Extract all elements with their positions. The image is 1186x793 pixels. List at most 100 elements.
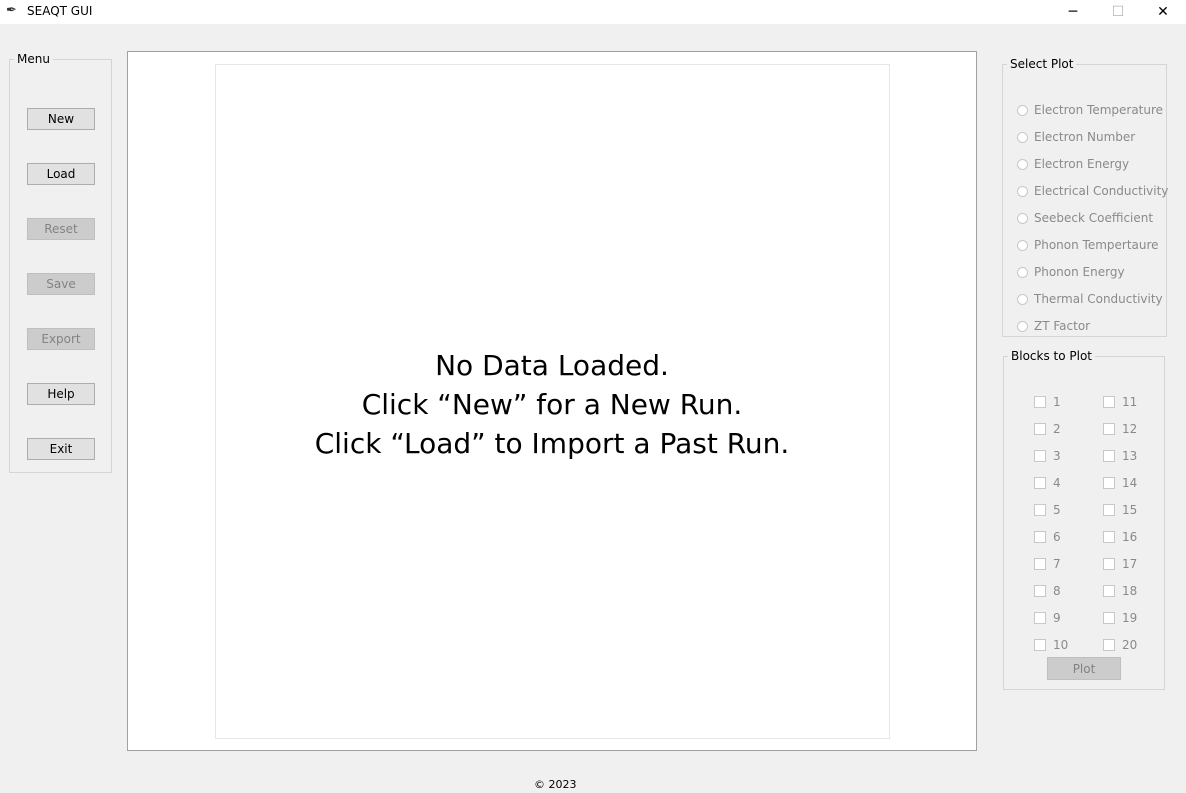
block-checkbox-4[interactable]: 4 (1034, 474, 1061, 492)
select-plot-group: Select Plot Electron Temperature Electro… (1002, 57, 1168, 337)
checkbox[interactable] (1103, 477, 1115, 489)
close-icon: ✕ (1157, 4, 1169, 20)
checkbox[interactable] (1034, 450, 1046, 462)
radio-button[interactable] (1017, 185, 1028, 197)
checkbox[interactable] (1103, 612, 1115, 624)
block-checkbox-18[interactable]: 18 (1103, 582, 1137, 600)
radio-electron-energy[interactable]: Electron Energy (1017, 155, 1129, 173)
radio-button[interactable] (1017, 293, 1028, 305)
maximize-icon: ☐ (1111, 4, 1125, 20)
radio-electrical-conductivity[interactable]: Electrical Conductivity (1017, 182, 1168, 200)
checkbox-label: 16 (1122, 530, 1138, 544)
block-checkbox-19[interactable]: 19 (1103, 609, 1137, 627)
block-checkbox-2[interactable]: 2 (1034, 420, 1061, 438)
radio-label: Electron Number (1034, 130, 1136, 144)
checkbox-label: 20 (1122, 638, 1138, 652)
minimize-button[interactable]: ─ (1050, 0, 1096, 24)
radio-zt-factor[interactable]: ZT Factor (1017, 317, 1090, 335)
save-button[interactable]: Save (27, 273, 95, 295)
block-checkbox-9[interactable]: 9 (1034, 609, 1061, 627)
radio-label: ZT Factor (1034, 319, 1091, 333)
checkbox-label: 6 (1053, 530, 1061, 544)
checkbox[interactable] (1103, 558, 1115, 570)
checkbox[interactable] (1034, 477, 1046, 489)
checkbox-label: 3 (1053, 449, 1061, 463)
radio-thermal-conductivity[interactable]: Thermal Conductivity (1017, 290, 1163, 308)
radio-button[interactable] (1017, 212, 1028, 224)
radio-button[interactable] (1017, 104, 1028, 116)
checkbox[interactable] (1034, 531, 1046, 543)
checkbox[interactable] (1103, 639, 1115, 651)
feather-icon: ✒ (6, 3, 17, 18)
block-checkbox-12[interactable]: 12 (1103, 420, 1137, 438)
checkbox-label: 12 (1122, 422, 1138, 436)
block-checkbox-13[interactable]: 13 (1103, 447, 1137, 465)
checkbox[interactable] (1103, 423, 1115, 435)
checkbox[interactable] (1103, 504, 1115, 516)
checkbox[interactable] (1103, 450, 1115, 462)
checkbox-label: 19 (1122, 611, 1138, 625)
radio-electron-temperature[interactable]: Electron Temperature (1017, 101, 1163, 119)
block-checkbox-7[interactable]: 7 (1034, 555, 1061, 573)
radio-button[interactable] (1017, 266, 1028, 278)
radio-label: Seebeck Coefficient (1034, 211, 1154, 225)
checkbox-label: 1 (1053, 395, 1061, 409)
block-checkbox-15[interactable]: 15 (1103, 501, 1137, 519)
block-checkbox-10[interactable]: 10 (1034, 636, 1068, 654)
block-checkbox-6[interactable]: 6 (1034, 528, 1061, 546)
checkbox[interactable] (1103, 396, 1115, 408)
block-checkbox-14[interactable]: 14 (1103, 474, 1137, 492)
select-plot-legend: Select Plot (1010, 57, 1074, 71)
radio-phonon-temperature[interactable]: Phonon Tempertaure (1017, 236, 1159, 254)
radio-label: Electrical Conductivity (1034, 184, 1169, 198)
radio-seebeck-coefficient[interactable]: Seebeck Coefficient (1017, 209, 1153, 227)
plot-button[interactable]: Plot (1047, 657, 1121, 680)
checkbox-label: 5 (1053, 503, 1061, 517)
radio-label: Phonon Tempertaure (1034, 238, 1159, 252)
checkbox[interactable] (1034, 639, 1046, 651)
block-checkbox-3[interactable]: 3 (1034, 447, 1061, 465)
checkbox[interactable] (1034, 612, 1046, 624)
radio-button[interactable] (1017, 158, 1028, 170)
help-button[interactable]: Help (27, 383, 95, 405)
radio-phonon-energy[interactable]: Phonon Energy (1017, 263, 1125, 281)
message-line: Click “New” for a New Run. (361, 388, 743, 421)
checkbox-label: 7 (1053, 557, 1061, 571)
title-bar: ✒ SEAQT GUI ─ ☐ ✕ (0, 0, 1186, 24)
blocks-legend: Blocks to Plot (1011, 349, 1092, 363)
radio-button[interactable] (1017, 320, 1028, 332)
load-button[interactable]: Load (27, 163, 95, 185)
checkbox[interactable] (1103, 585, 1115, 597)
no-data-message: No Data Loaded. Click “New” for a New Ru… (128, 346, 976, 463)
checkbox[interactable] (1034, 396, 1046, 408)
checkbox[interactable] (1103, 531, 1115, 543)
new-button[interactable]: New (27, 108, 95, 130)
checkbox[interactable] (1034, 504, 1046, 516)
block-checkbox-16[interactable]: 16 (1103, 528, 1137, 546)
block-checkbox-17[interactable]: 17 (1103, 555, 1137, 573)
plot-canvas: No Data Loaded. Click “New” for a New Ru… (127, 51, 977, 751)
block-checkbox-11[interactable]: 11 (1103, 393, 1137, 411)
copyright-text: © 2023 (534, 778, 577, 791)
block-checkbox-1[interactable]: 1 (1034, 393, 1061, 411)
radio-button[interactable] (1017, 239, 1028, 251)
close-window-button[interactable]: ✕ (1140, 0, 1186, 24)
checkbox[interactable] (1034, 585, 1046, 597)
block-checkbox-20[interactable]: 20 (1103, 636, 1137, 654)
checkbox-label: 10 (1053, 638, 1069, 652)
checkbox[interactable] (1034, 423, 1046, 435)
export-button[interactable]: Export (27, 328, 95, 350)
radio-label: Thermal Conductivity (1034, 292, 1163, 306)
window-title: SEAQT GUI (27, 4, 93, 18)
checkbox[interactable] (1034, 558, 1046, 570)
radio-electron-number[interactable]: Electron Number (1017, 128, 1135, 146)
maximize-button[interactable]: ☐ (1095, 0, 1141, 24)
block-checkbox-8[interactable]: 8 (1034, 582, 1061, 600)
menu-group: Menu New Load Reset Save Export Help Exi… (9, 52, 112, 473)
exit-button[interactable]: Exit (27, 438, 95, 460)
checkbox-label: 17 (1122, 557, 1138, 571)
checkbox-label: 4 (1053, 476, 1061, 490)
block-checkbox-5[interactable]: 5 (1034, 501, 1061, 519)
reset-button[interactable]: Reset (27, 218, 95, 240)
radio-button[interactable] (1017, 131, 1028, 143)
